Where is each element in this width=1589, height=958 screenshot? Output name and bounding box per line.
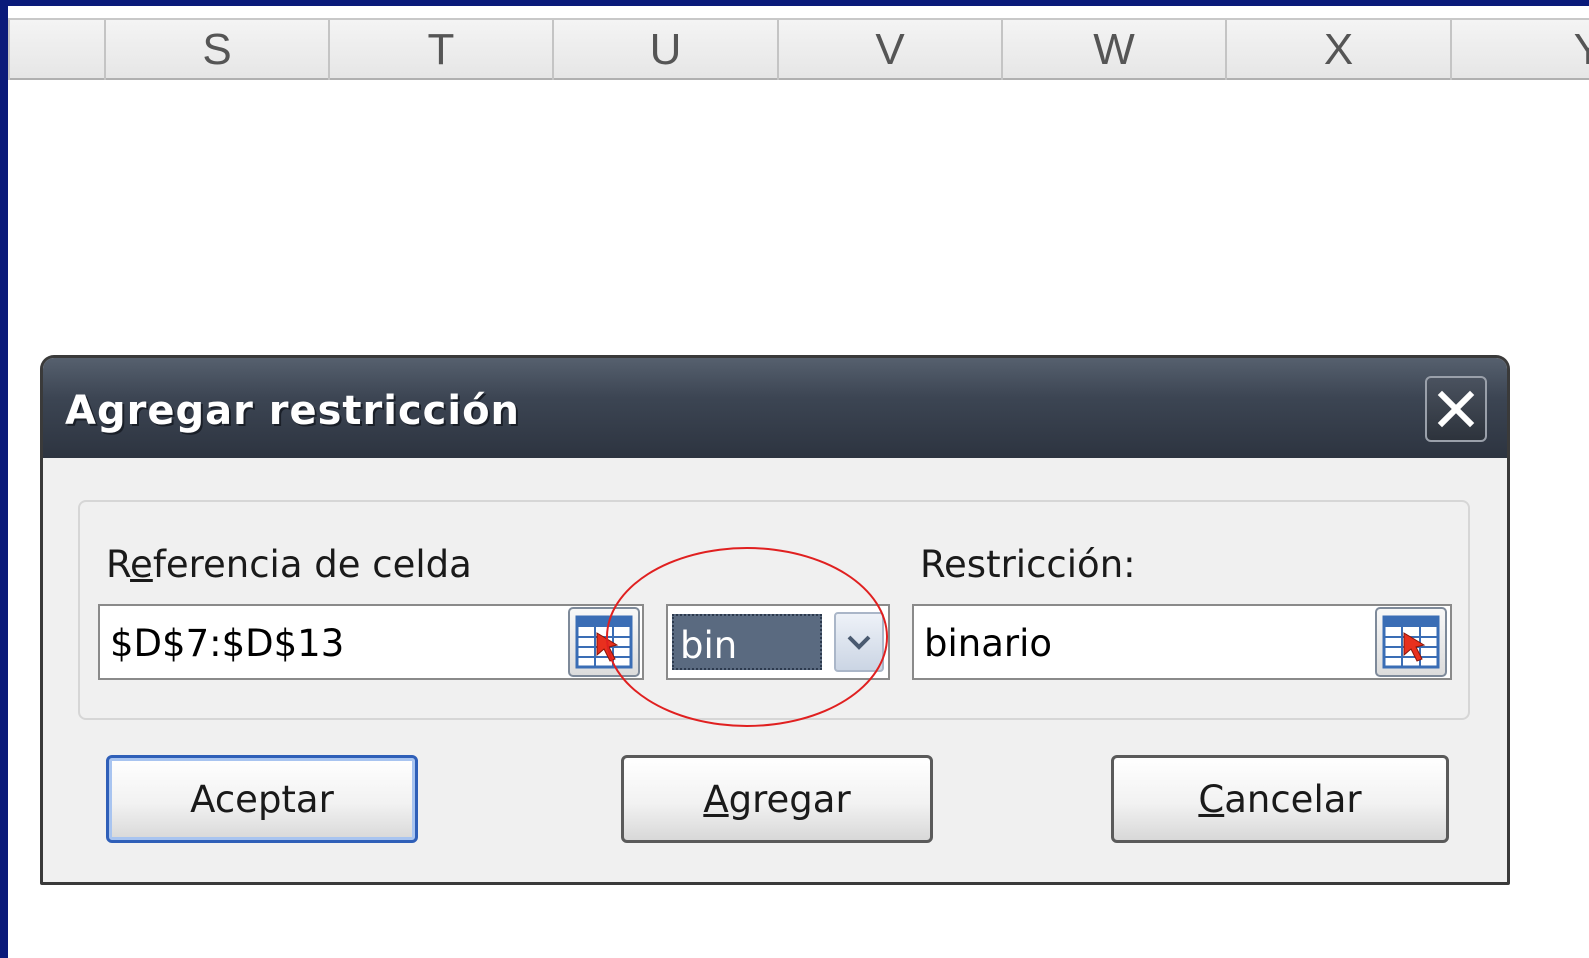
column-header-v[interactable]: V xyxy=(777,20,1001,80)
accept-button[interactable]: Aceptar xyxy=(106,755,418,843)
constraint-label: Restricción: xyxy=(920,543,1136,586)
close-button[interactable] xyxy=(1425,376,1487,442)
chevron-down-icon xyxy=(847,635,871,650)
cancel-button[interactable]: Cancelar xyxy=(1111,755,1449,843)
cell-reference-value: $D$7:$D$13 xyxy=(110,622,345,665)
dialog-titlebar[interactable]: Agregar restricción xyxy=(43,358,1507,458)
column-header-x[interactable]: X xyxy=(1225,20,1450,80)
window-top-border xyxy=(0,0,1589,6)
constraint-value: binario xyxy=(924,622,1053,665)
add-constraint-dialog: Agregar restricción Referencia de celda … xyxy=(40,355,1510,885)
dialog-body: Referencia de celda $D$7:$D$13 bin Restr… xyxy=(48,458,1502,877)
cell-reference-collapse-button[interactable] xyxy=(568,607,640,677)
column-header-u[interactable]: U xyxy=(552,20,777,80)
close-x-icon xyxy=(1437,390,1475,428)
operator-value: bin xyxy=(680,624,738,667)
column-header-y[interactable]: Y xyxy=(1450,20,1589,80)
dialog-title: Agregar restricción xyxy=(65,388,521,434)
add-button[interactable]: Agregar xyxy=(621,755,933,843)
column-header-partial[interactable] xyxy=(8,20,104,80)
column-header-s[interactable]: S xyxy=(104,20,328,80)
operator-dropdown-button[interactable] xyxy=(834,612,884,672)
range-selector-icon xyxy=(1382,615,1440,669)
column-header-t[interactable]: T xyxy=(328,20,552,80)
window-left-border xyxy=(0,0,8,958)
column-header-w[interactable]: W xyxy=(1001,20,1225,80)
operator-selected-highlight: bin xyxy=(672,614,822,670)
range-selector-icon xyxy=(575,615,633,669)
column-header-row: S T U V W X Y xyxy=(8,18,1589,80)
constraint-input[interactable]: binario xyxy=(912,604,1452,680)
cell-reference-label: Referencia de celda xyxy=(106,543,472,586)
operator-select[interactable]: bin xyxy=(666,604,890,680)
constraint-collapse-button[interactable] xyxy=(1375,607,1447,677)
cell-reference-input[interactable]: $D$7:$D$13 xyxy=(98,604,644,680)
